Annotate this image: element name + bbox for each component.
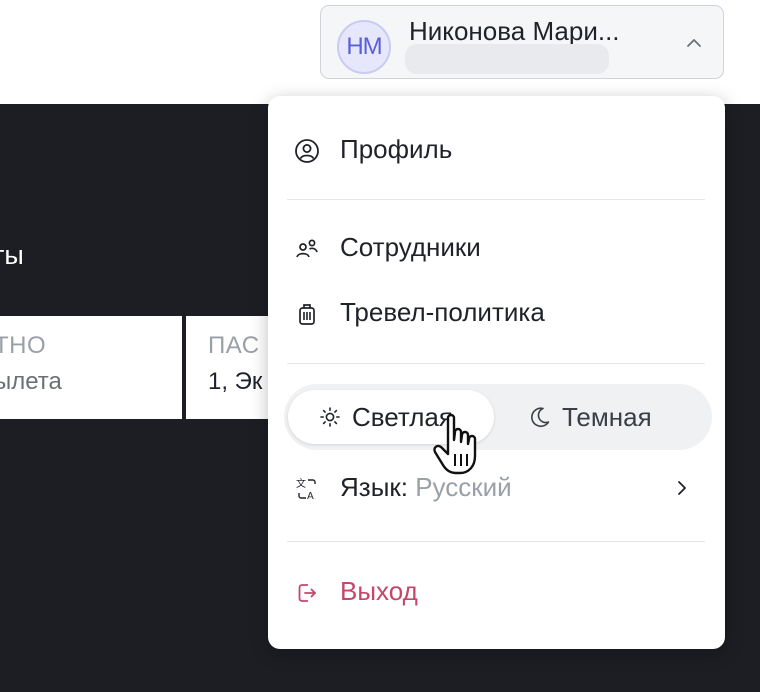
user-menu-button[interactable]: НМ Никонова Мари...: [320, 5, 724, 79]
translate-icon: 文 A: [296, 477, 316, 502]
menu-item-label: Выход: [340, 576, 418, 606]
theme-option-dark[interactable]: Темная: [498, 390, 704, 444]
menu-item-employees[interactable]: Сотрудники: [268, 220, 725, 276]
background-heading: ты: [0, 240, 24, 270]
moon-icon: [531, 407, 550, 428]
divider: [287, 541, 705, 542]
svg-text:A: A: [307, 491, 314, 502]
hand-cursor-icon: [433, 413, 477, 475]
menu-item-logout[interactable]: Выход: [268, 564, 725, 620]
menu-item-label: Тревел-политика: [340, 297, 545, 327]
user-subtitle-placeholder: [405, 44, 609, 74]
chevron-right-icon: [678, 481, 686, 495]
background-card-value: ылета: [0, 368, 62, 395]
theme-toggle: Светлая Темная: [284, 384, 712, 450]
theme-option-label: Темная: [562, 402, 652, 432]
background-card-label: ПАС: [208, 332, 260, 359]
sun-icon: [320, 407, 340, 427]
luggage-icon: [299, 304, 315, 325]
avatar: НМ: [337, 20, 391, 74]
divider: [287, 199, 705, 200]
menu-item-travel-policy[interactable]: Тревел-политика: [268, 285, 725, 341]
divider: [287, 363, 705, 364]
background-card-value: 1, Эк: [208, 368, 263, 395]
chevron-up-icon: [687, 39, 701, 47]
logout-icon: [298, 584, 316, 602]
menu-item-label: Профиль: [340, 134, 453, 164]
user-name: Никонова Мари...: [409, 16, 620, 46]
menu-item-profile[interactable]: Профиль: [268, 122, 725, 178]
menu-item-language[interactable]: 文 A Язык: Русский: [268, 460, 725, 516]
users-icon: [296, 239, 318, 258]
menu-item-label: Сотрудники: [340, 232, 481, 262]
background-card: ТНО ылета: [0, 316, 182, 419]
user-dropdown-menu: Профиль Сотрудники Тревел-политика Светл…: [268, 96, 725, 649]
language-label: Язык:: [340, 472, 408, 502]
user-circle-icon: [295, 139, 319, 163]
svg-text:文: 文: [296, 477, 306, 490]
background-card-label: ТНО: [0, 332, 47, 359]
